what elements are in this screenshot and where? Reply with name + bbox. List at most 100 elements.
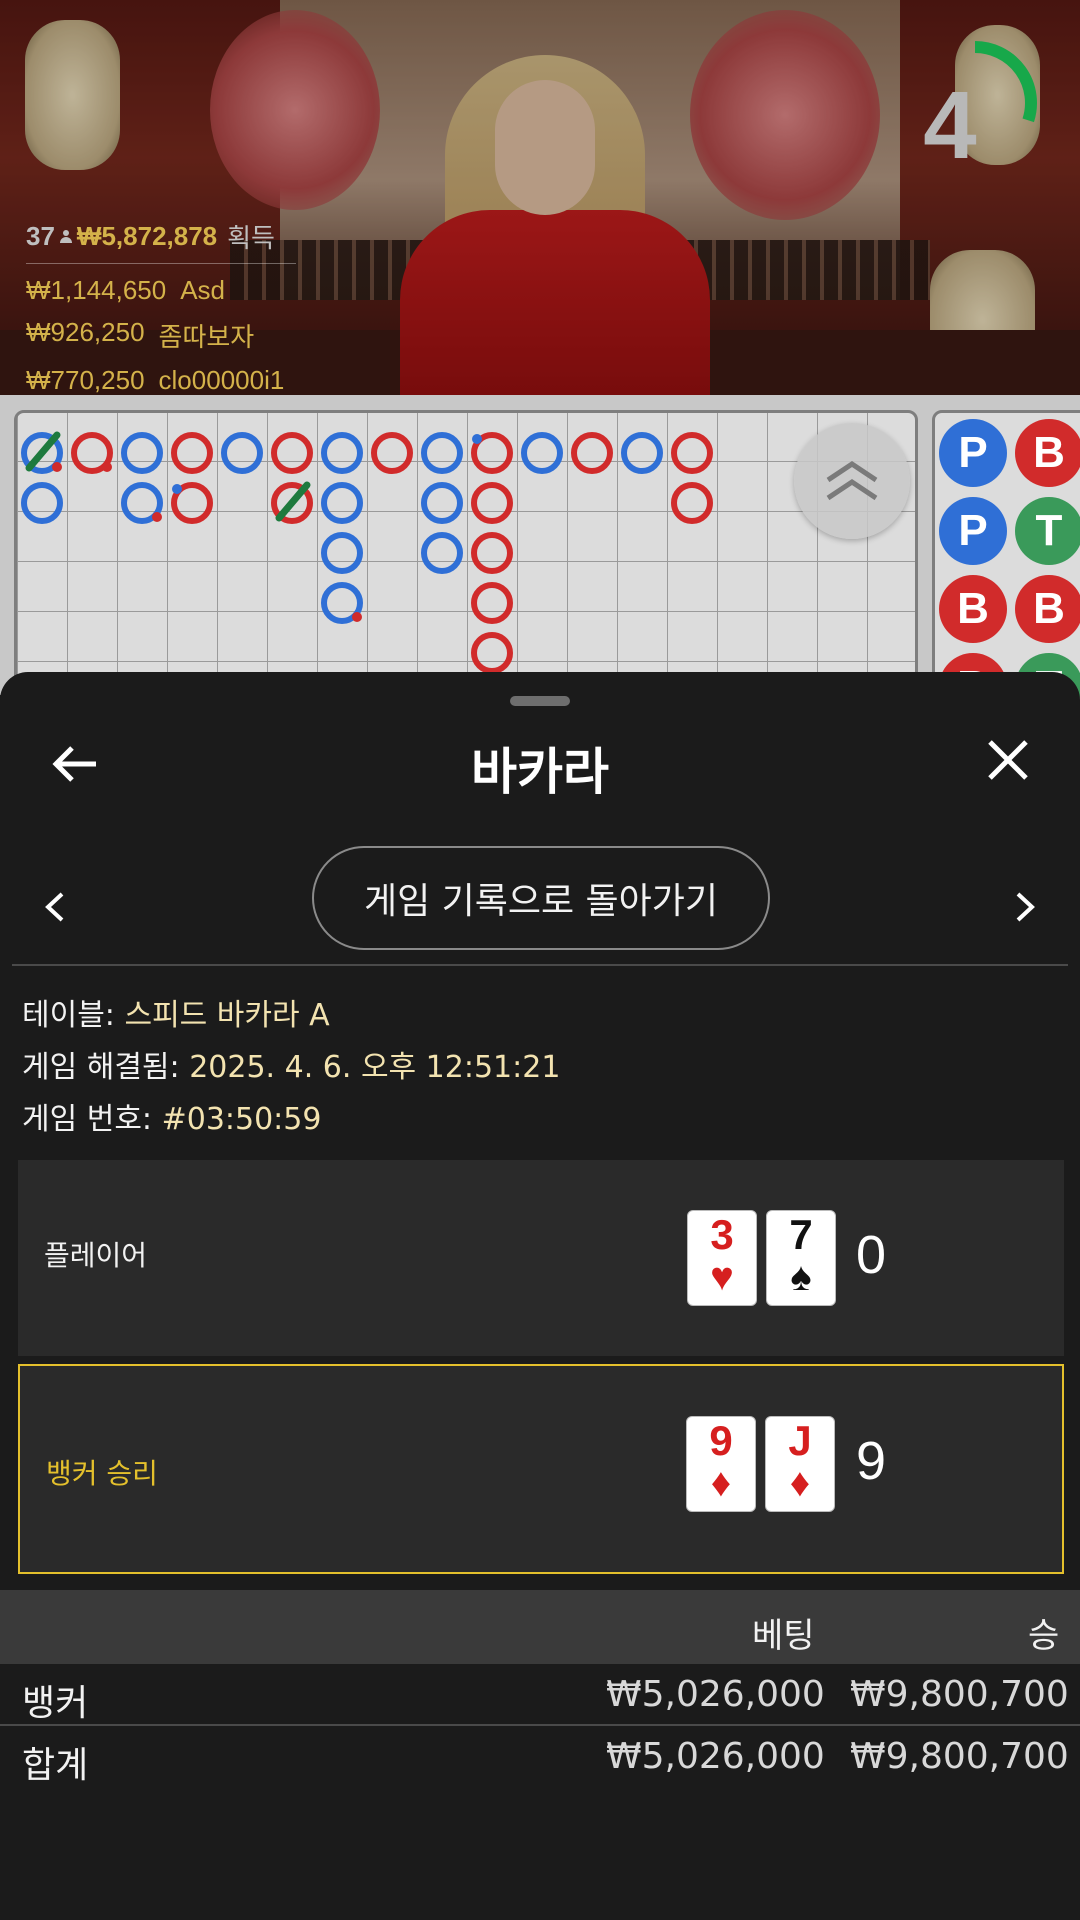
player-pair-dot — [172, 484, 182, 494]
bets-table: 베팅 승 뱅커 ₩5,026,000 ₩9,800,700 합계 ₩5,026,… — [0, 1590, 1080, 1788]
sheet-drag-handle[interactable] — [510, 696, 570, 706]
scroll-up-button[interactable] — [794, 423, 910, 539]
playing-card: J ♦ — [765, 1416, 835, 1512]
bead-mark: B — [1015, 419, 1080, 487]
road-mark-banker — [471, 632, 513, 674]
resolved-value: 2025. 4. 6. 오후 12:51:21 — [189, 1050, 561, 1085]
bead-mark: B — [939, 575, 1007, 643]
chevron-left-icon — [45, 892, 64, 922]
card-suit: ♦ — [789, 1461, 811, 1505]
live-video: 37 ₩5,872,878 획득 ₩1,144,650 Asd ₩926,250… — [0, 0, 1080, 395]
card-suit: ♥ — [710, 1255, 734, 1299]
bead-mark: B — [1015, 575, 1080, 643]
banker-pair-dot — [152, 512, 162, 522]
table-row: 뱅커 ₩5,026,000 ₩9,800,700 — [0, 1664, 1080, 1726]
win-column-header: 승 — [1028, 1616, 1060, 1656]
winner-row: ₩1,144,650 Asd — [26, 275, 296, 306]
banker-hand: 뱅커 승리 9 ♦ J ♦ 9 — [18, 1364, 1064, 1574]
winners-headline: 37 ₩5,872,878 획득 — [26, 218, 296, 264]
player-pair-dot — [472, 434, 482, 444]
card-rank: 3 — [710, 1211, 734, 1258]
player-hand: 플레이어 3 ♥ 7 ♠ 0 — [18, 1160, 1064, 1356]
game-info: 테이블: 스피드 바카라 A 게임 해결됨: 2025. 4. 6. 오후 12… — [22, 990, 560, 1146]
back-to-history-button[interactable]: 게임 기록으로 돌아가기 — [312, 846, 770, 950]
road-mark-banker — [171, 432, 213, 474]
banker-win-label: 뱅커 승리 — [46, 1457, 158, 1490]
card-suit: ♦ — [710, 1461, 732, 1505]
banker-pair-dot — [352, 612, 362, 622]
bet-name: 뱅커 — [22, 1683, 89, 1724]
table-label: 테이블: — [22, 998, 115, 1033]
road-mark-player — [321, 532, 363, 574]
total-label: 합계 — [22, 1745, 89, 1786]
previous-game-button[interactable] — [40, 882, 70, 932]
table-row: 합계 ₩5,026,000 ₩9,800,700 — [0, 1726, 1080, 1788]
card-suit: ♠ — [790, 1255, 812, 1299]
road-mark-banker — [471, 482, 513, 524]
road-mark-player — [421, 432, 463, 474]
road-mark-player — [421, 532, 463, 574]
playing-card: 7 ♠ — [766, 1210, 836, 1306]
road-mark-banker — [571, 432, 613, 474]
sheet-title: 바카라 — [471, 744, 609, 800]
card-rank: 7 — [789, 1211, 813, 1258]
resolved-label: 게임 해결됨: — [22, 1050, 180, 1085]
winner-amount: ₩1,144,650 — [26, 275, 167, 305]
winners-total: ₩5,872,878 — [76, 221, 218, 251]
game-number-value: #03:50:59 — [161, 1102, 322, 1137]
winner-row: ₩926,250 좀따보자 — [26, 317, 296, 354]
total-bet-amount: ₩5,026,000 — [606, 1736, 825, 1777]
winners-panel: 37 ₩5,872,878 획득 ₩1,144,650 Asd ₩926,250… — [26, 218, 296, 395]
game-number-info: 게임 번호: #03:50:59 — [22, 1094, 560, 1146]
road-mark-banker — [371, 432, 413, 474]
person-icon — [59, 229, 73, 244]
winner-name: 좀따보자 — [158, 322, 255, 352]
road-mark-banker — [271, 432, 313, 474]
road-mark-player — [21, 482, 63, 524]
total-win-amount: ₩9,800,700 — [850, 1736, 1069, 1777]
winner-row: ₩770,250 clo00000i1 — [26, 365, 296, 395]
playing-card: 9 ♦ — [686, 1416, 756, 1512]
big-road[interactable] — [14, 410, 918, 700]
close-button[interactable] — [978, 730, 1038, 790]
road-mark-banker — [471, 582, 513, 624]
bead-mark: P — [939, 419, 1007, 487]
bead-mark: T — [1015, 497, 1080, 565]
road-mark-player — [421, 482, 463, 524]
bead-plate[interactable]: P B P T B B B T — [932, 410, 1080, 700]
scoreboard: P B P T B B B T — [0, 395, 1080, 700]
winner-name: clo00000i1 — [158, 365, 285, 395]
road-mark-player — [321, 482, 363, 524]
bets-table-header: 베팅 승 — [0, 1590, 1080, 1664]
winner-count: 37 — [26, 221, 55, 251]
resolved-info: 게임 해결됨: 2025. 4. 6. 오후 12:51:21 — [22, 1042, 560, 1094]
big-road-marks — [21, 431, 713, 674]
double-chevron-up-icon — [826, 460, 878, 501]
road-mark-player — [121, 432, 163, 474]
road-mark-banker — [671, 432, 713, 474]
bet-amount: ₩5,026,000 — [606, 1674, 825, 1715]
card-rank: J — [788, 1417, 812, 1464]
road-mark-banker — [471, 532, 513, 574]
table-value: 스피드 바카라 A — [124, 998, 330, 1033]
banker-pair-dot — [52, 462, 62, 472]
close-icon — [988, 740, 1028, 780]
game-number-label: 게임 번호: — [22, 1102, 153, 1137]
road-mark-banker — [671, 482, 713, 524]
game-detail-sheet: 바카라 게임 기록으로 돌아가기 테이블: 스피드 바카라 A 게임 해결됨: … — [0, 672, 1080, 1920]
win-amount: ₩9,800,700 — [850, 1674, 1069, 1715]
playing-card: 3 ♥ — [687, 1210, 757, 1306]
countdown-timer: 4 — [923, 72, 977, 179]
divider — [12, 964, 1068, 966]
earned-label: 획득 — [227, 223, 275, 253]
table-info: 테이블: 스피드 바카라 A — [22, 990, 560, 1042]
card-rank: 9 — [709, 1417, 733, 1464]
winner-name: Asd — [180, 275, 226, 305]
road-mark-player — [621, 432, 663, 474]
player-score: 0 — [856, 1225, 887, 1285]
winner-amount: ₩926,250 — [26, 317, 145, 347]
road-mark-player — [321, 432, 363, 474]
road-mark-player — [221, 432, 263, 474]
chevron-right-icon — [1016, 892, 1035, 922]
next-game-button[interactable] — [1010, 882, 1040, 932]
